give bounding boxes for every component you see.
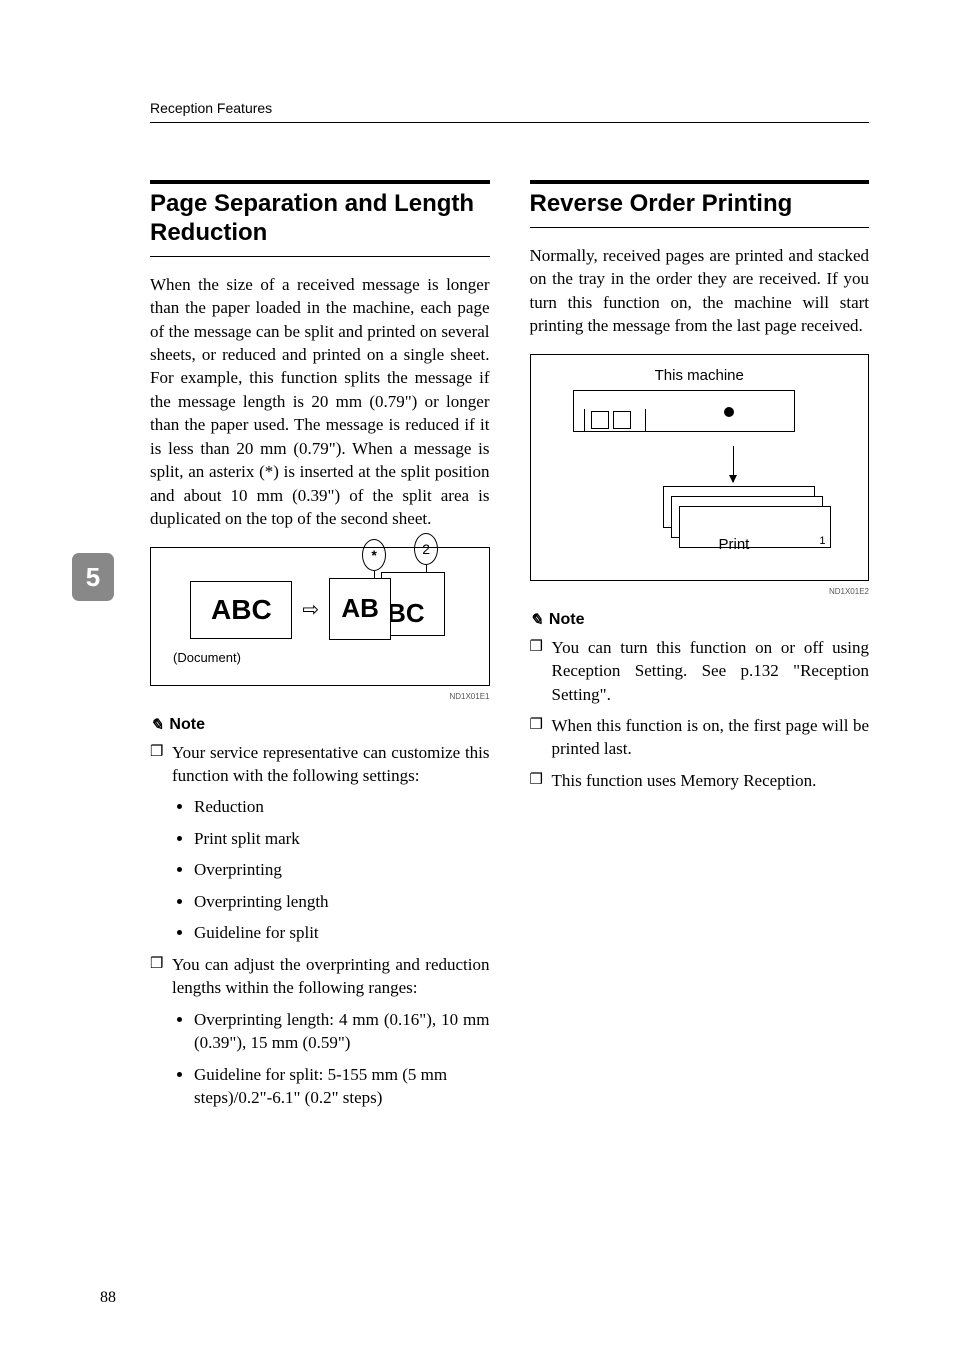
oval-page2: 2 <box>414 533 438 565</box>
sub-overprinting-length-range: Overprinting length: 4 mm (0.16"), 10 mm… <box>194 1008 490 1055</box>
header-rule <box>150 122 869 123</box>
oval-line-icon <box>426 565 427 573</box>
left-note-1-text: Your service representative can customiz… <box>172 743 490 785</box>
machine-box-icon <box>573 390 795 432</box>
document-box: ABC <box>190 581 292 639</box>
left-note-label: Note <box>169 716 205 734</box>
sub-reduction: Reduction <box>194 795 490 818</box>
arrow-right-icon: ⇨ <box>302 600 319 620</box>
left-note-1: Your service representative can customiz… <box>150 741 490 945</box>
right-column: Reverse Order Printing Normally, receive… <box>530 180 870 1119</box>
pencil-icon: ✎ <box>150 715 163 735</box>
machine-tray-icon <box>584 409 646 432</box>
left-note-2-sublist: Overprinting length: 4 mm (0.16"), 10 mm… <box>172 1008 490 1110</box>
sheet-num-1: 1 <box>819 535 825 547</box>
fig1-inner: ABC ⇨ 2 BC AB <box>163 560 477 642</box>
sub-print-split-mark: Print split mark <box>194 827 490 850</box>
right-note-1: You can turn this function on or off usi… <box>530 636 870 706</box>
machine-cassette-icon <box>613 411 631 429</box>
figure-reverse-order: This machine 3 2 1 Pr <box>530 354 870 581</box>
sheet-front: AB * <box>329 578 391 640</box>
chapter-tab: 5 <box>72 553 114 601</box>
left-note-header: ✎ Note <box>150 715 490 735</box>
left-section-title: Page Separation and Length Reduction <box>150 180 490 257</box>
left-intro: When the size of a received message is l… <box>150 273 490 531</box>
figure1-caption: (Document) <box>163 650 477 665</box>
figure2-code: ND1X01E2 <box>530 587 870 596</box>
right-note-3: This function uses Memory Reception. <box>530 769 870 792</box>
machine-label: This machine <box>543 367 857 384</box>
fig2-inner: 3 2 1 Print <box>543 390 857 560</box>
right-note-2: When this function is on, the first page… <box>530 714 870 761</box>
pencil-icon: ✎ <box>530 610 543 630</box>
right-section-title: Reverse Order Printing <box>530 180 870 228</box>
figure-page-separation: ABC ⇨ 2 BC AB <box>150 547 490 686</box>
print-label: Print <box>719 536 750 553</box>
machine-cassette-icon <box>591 411 609 429</box>
document-box-label: ABC <box>211 594 272 626</box>
arrow-down-icon <box>733 446 734 482</box>
machine-dot-icon <box>724 407 734 417</box>
oval-asterisk: * <box>362 539 386 571</box>
oval-asterisk-label: * <box>371 547 376 563</box>
left-note-1-sublist: Reduction Print split mark Overprinting … <box>172 795 490 944</box>
right-note-list: You can turn this function on or off usi… <box>530 636 870 793</box>
columns: Page Separation and Length Reduction Whe… <box>150 180 869 1119</box>
running-header: Reception Features <box>150 100 272 116</box>
sheet-stack: 2 BC AB * <box>329 578 449 642</box>
sheet-back-label: BC <box>387 598 425 629</box>
sub-guideline-split: Guideline for split <box>194 921 490 944</box>
left-column: Page Separation and Length Reduction Whe… <box>150 180 490 1119</box>
print-sheet-1: 1 <box>679 506 831 548</box>
sub-guideline-split-range: Guideline for split: 5-155 mm (5 mm step… <box>194 1063 490 1110</box>
oval-page2-label: 2 <box>422 541 430 557</box>
sub-overprinting-length: Overprinting length <box>194 890 490 913</box>
left-note-2-text: You can adjust the overprinting and redu… <box>172 955 490 997</box>
figure1-code: ND1X01E1 <box>150 692 490 701</box>
sub-overprinting: Overprinting <box>194 858 490 881</box>
oval-line-icon <box>374 571 375 579</box>
left-note-list: Your service representative can customiz… <box>150 741 490 1110</box>
left-note-2: You can adjust the overprinting and redu… <box>150 953 490 1110</box>
right-intro: Normally, received pages are printed and… <box>530 244 870 338</box>
right-note-header: ✎ Note <box>530 610 870 630</box>
sheet-front-label: AB <box>341 593 379 624</box>
page: Reception Features 5 Page Separation and… <box>0 0 954 1351</box>
page-number: 88 <box>100 1289 116 1307</box>
right-note-label: Note <box>549 611 585 629</box>
